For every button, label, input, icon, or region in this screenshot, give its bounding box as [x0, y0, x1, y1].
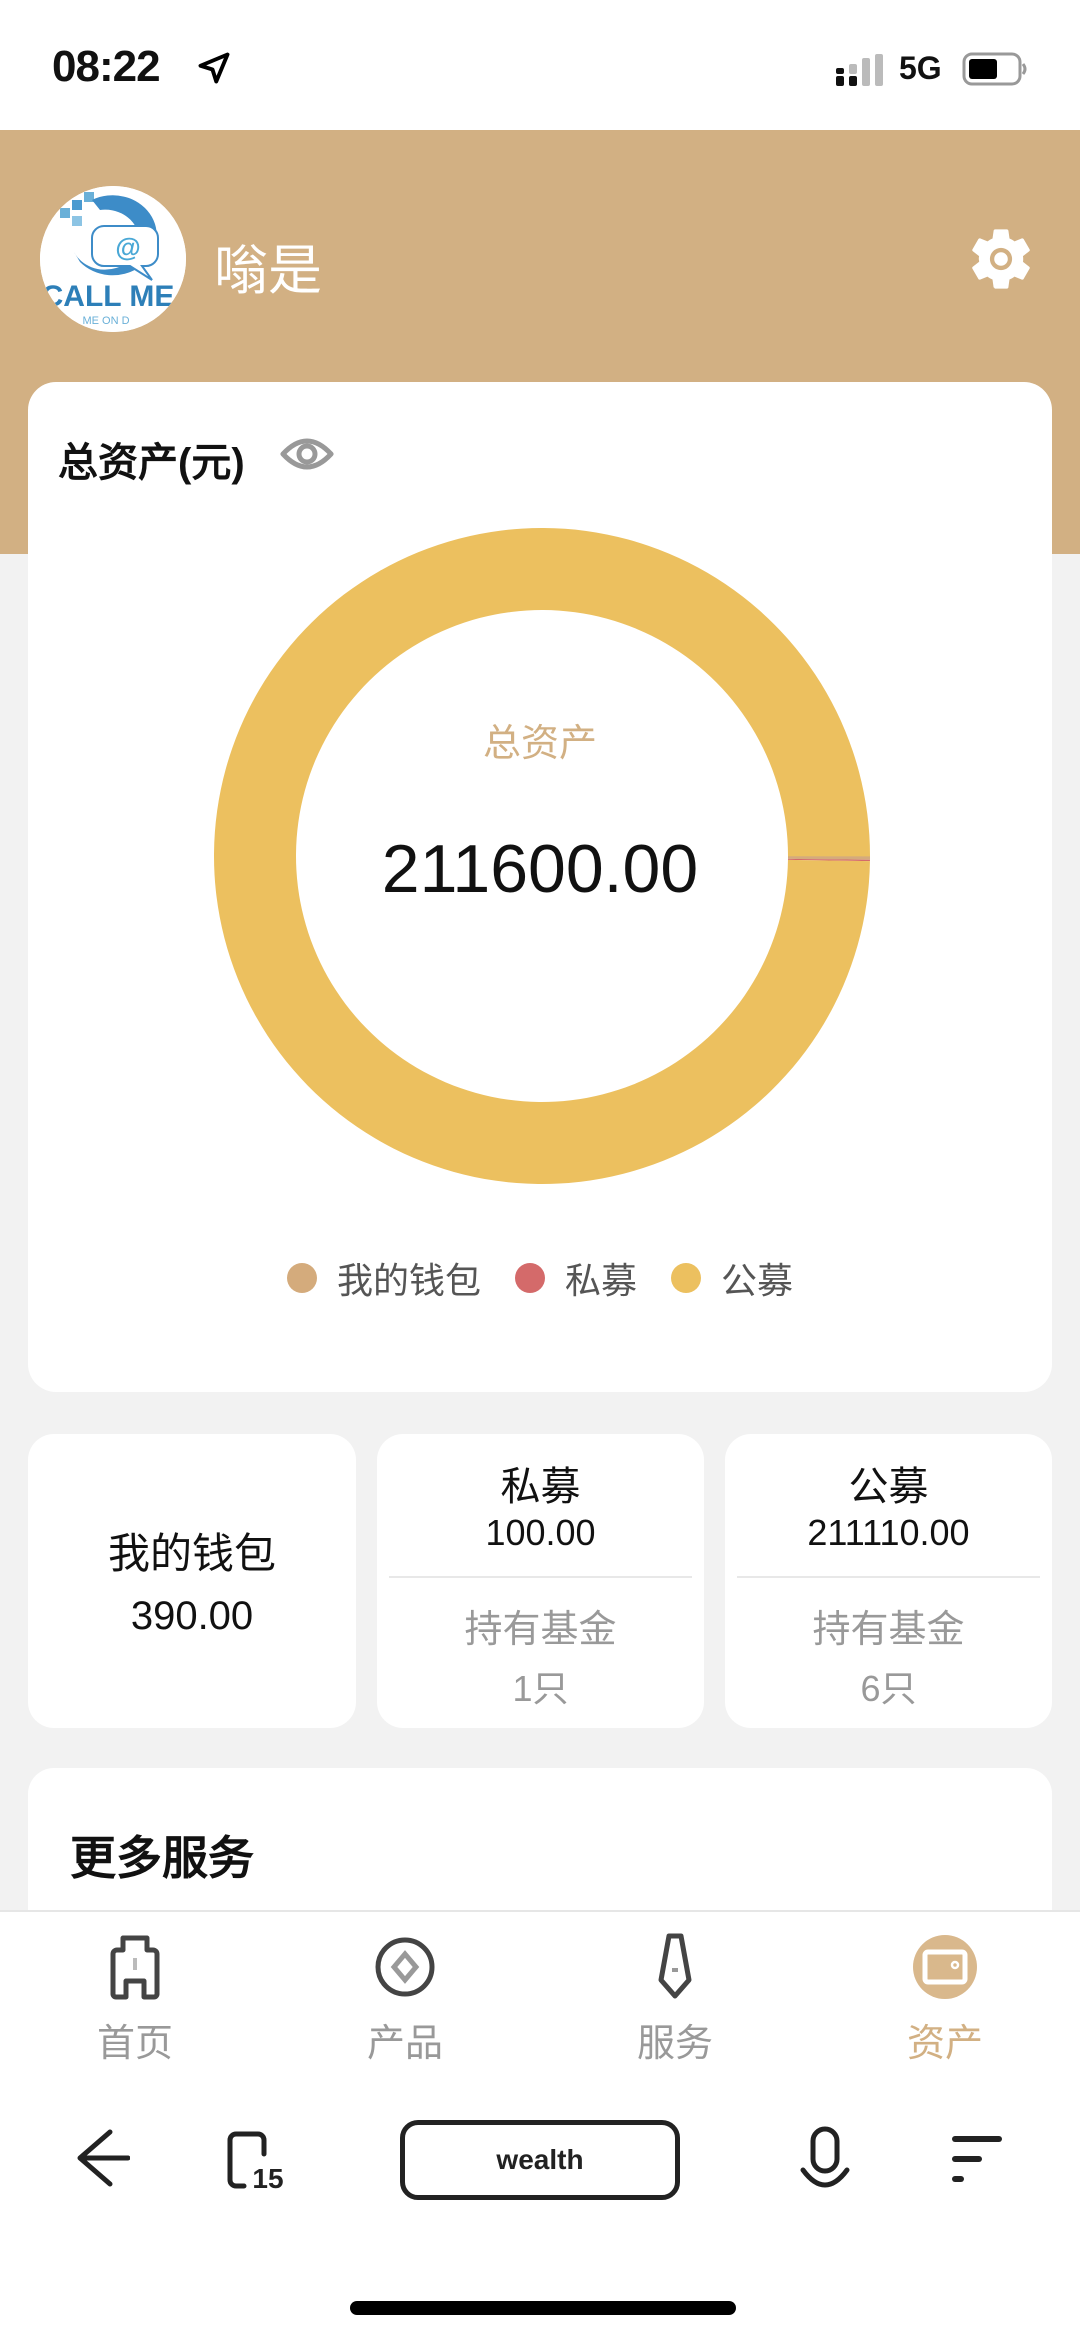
private-fund-card[interactable]: 私募 100.00 持有基金 1只 — [377, 1434, 704, 1728]
menu-icon[interactable] — [950, 2134, 1004, 2184]
chart-legend: 我的钱包 私募 公募 — [28, 1252, 1052, 1304]
legend-dot-private — [514, 1263, 545, 1293]
divider — [389, 1576, 692, 1578]
public-holdings-count: 6只 — [860, 1668, 917, 1709]
signal-icon — [836, 54, 883, 86]
browser-toolbar: 15 wealth — [0, 2080, 1080, 2337]
battery-icon — [962, 52, 1027, 86]
tab-assets[interactable]: 资产 — [810, 1912, 1080, 2080]
service-tie-icon — [658, 1933, 692, 1999]
svg-text:@: @ — [115, 232, 140, 262]
legend-item-private[interactable]: 私募 — [514, 1252, 637, 1304]
wallet-summary-card[interactable]: 我的钱包 390.00 — [28, 1434, 356, 1728]
divider — [737, 1576, 1040, 1578]
avatar[interactable]: @ CALL ME ME ON D — [40, 186, 186, 332]
status-bar: 08:22 5G — [0, 0, 1080, 130]
home-icon — [110, 1935, 160, 2000]
donut-center-label: 总资产 — [482, 723, 597, 765]
tab-services[interactable]: 服务 — [540, 1912, 810, 2080]
total-assets-title: 总资产(元) — [58, 441, 245, 485]
legend-item-wallet[interactable]: 我的钱包 — [286, 1252, 481, 1304]
home-indicator[interactable] — [350, 2301, 736, 2315]
network-type: 5G — [899, 50, 942, 86]
status-time: 08:22 — [52, 42, 161, 91]
donut-center-value: 211600.00 — [381, 831, 699, 907]
gear-icon[interactable] — [964, 222, 1038, 296]
tabs-icon[interactable]: 15 — [224, 2128, 290, 2190]
tab-label: 资产 — [906, 2023, 983, 2065]
legend-label: 私募 — [564, 1260, 637, 1301]
wallet-value: 390.00 — [130, 1594, 254, 1638]
private-holdings-count: 1只 — [512, 1668, 569, 1709]
tab-products[interactable]: 产品 — [270, 1912, 540, 2080]
legend-label: 我的钱包 — [336, 1260, 481, 1301]
address-bar[interactable]: wealth — [400, 2120, 680, 2200]
avatar-subtext: ME ON D — [82, 315, 129, 327]
product-icon — [375, 1937, 435, 1997]
private-fund-title: 私募 — [500, 1465, 581, 1509]
tab-label: 产品 — [366, 2023, 443, 2065]
public-fund-title: 公募 — [848, 1465, 929, 1509]
screen: 08:22 5G @ CALL ME ME ON D 嗡是 总资产(元) 总资产… — [0, 0, 1080, 2337]
tab-home[interactable]: 首页 — [0, 1912, 270, 2080]
public-holdings-label: 持有基金 — [812, 1609, 965, 1651]
legend-dot-wallet — [286, 1263, 317, 1293]
legend-dot-public — [671, 1263, 701, 1293]
tab-label: 首页 — [96, 2023, 173, 2065]
public-fund-card[interactable]: 公募 211110.00 持有基金 6只 — [725, 1434, 1052, 1728]
user-name: 嗡是 — [214, 241, 322, 301]
microphone-icon[interactable] — [800, 2126, 850, 2192]
bottom-tab-bar: 首页 产品 服务 资产 — [0, 1910, 1080, 2080]
wallet-icon — [913, 1935, 977, 1999]
location-arrow-icon — [198, 52, 230, 84]
legend-item-public[interactable]: 公募 — [671, 1252, 793, 1304]
back-arrow-icon[interactable] — [66, 2126, 130, 2190]
eye-icon[interactable] — [280, 434, 334, 474]
public-fund-value: 211110.00 — [807, 1512, 970, 1553]
wallet-label: 我的钱包 — [107, 1530, 276, 1577]
tab-count: 15 — [252, 2163, 283, 2190]
private-holdings-label: 持有基金 — [464, 1609, 617, 1651]
private-fund-value: 100.00 — [485, 1512, 596, 1553]
avatar-logo-icon: @ CALL ME ME ON D — [40, 186, 186, 332]
legend-label: 公募 — [721, 1260, 794, 1301]
more-services-title: 更多服务 — [70, 1832, 254, 1884]
total-assets-card: 总资产(元) 总资产 211600.00 我的钱包 私募 公募 — [28, 382, 1052, 1392]
avatar-text: CALL ME — [42, 280, 175, 313]
tab-label: 服务 — [636, 2023, 713, 2065]
